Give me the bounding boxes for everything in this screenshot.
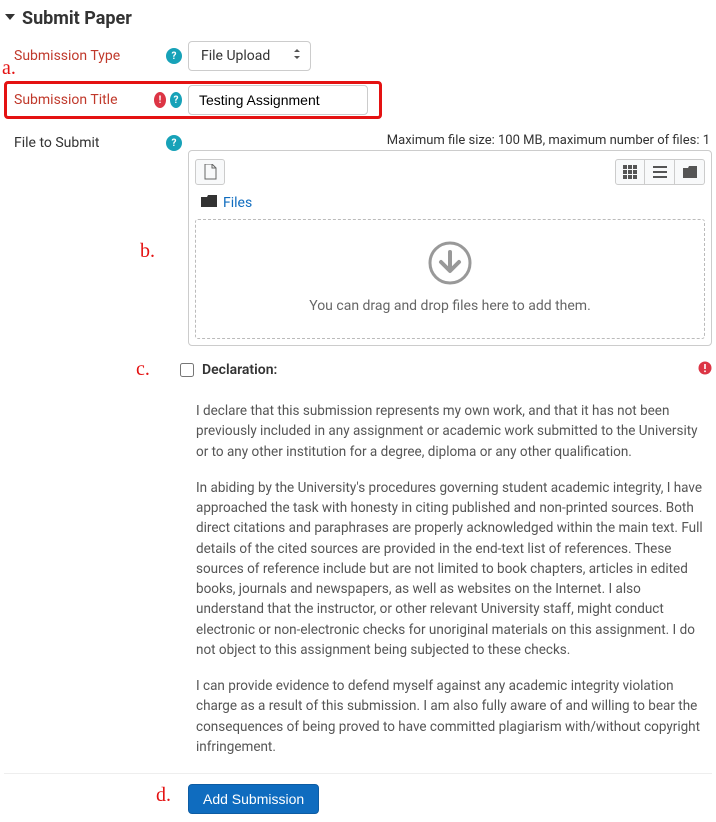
files-path-link[interactable]: Files <box>223 195 252 211</box>
declaration-para-1: I declare that this submission represent… <box>196 401 712 462</box>
declaration-label: Declaration: <box>202 362 277 378</box>
folder-icon <box>201 195 217 211</box>
help-icon[interactable]: ? <box>166 48 182 64</box>
annotation-c: c. <box>136 358 150 381</box>
help-icon[interactable]: ? <box>166 135 182 151</box>
row-submission-title: Submission Title ! ? <box>4 85 712 115</box>
annotation-a: a. <box>2 57 16 80</box>
footer: d. Add Submission <box>4 773 712 814</box>
submission-title-input[interactable] <box>188 85 368 115</box>
filepicker-toolbar <box>195 157 705 191</box>
view-grid-button[interactable] <box>615 159 645 185</box>
label-file-to-submit: File to Submit <box>4 133 154 151</box>
declaration-para-2: In abiding by the University's procedure… <box>196 478 712 660</box>
required-icon <box>698 360 712 379</box>
filepicker-path: Files <box>195 191 705 219</box>
file-dropzone[interactable]: You can drag and drop files here to add … <box>195 219 705 339</box>
page-title: Submit Paper <box>22 8 132 29</box>
submission-type-select[interactable]: File Upload <box>188 41 311 71</box>
help-icon[interactable]: ? <box>170 92 182 108</box>
file-picker: b. Files <box>188 150 712 346</box>
view-list-button[interactable] <box>645 159 675 185</box>
required-icon: ! <box>154 92 166 108</box>
declaration-body: I declare that this submission represent… <box>196 401 712 757</box>
row-file-to-submit: File to Submit ? <box>4 133 712 151</box>
annotation-b: b. <box>140 240 155 263</box>
row-submission-type: a. Submission Type ? File Upload <box>4 41 712 71</box>
section-header[interactable]: Submit Paper <box>4 8 712 29</box>
view-tree-button[interactable] <box>675 159 705 185</box>
declaration-section: c. Declaration: I declare that this subm… <box>180 360 712 757</box>
add-file-button[interactable] <box>195 159 225 185</box>
add-submission-button[interactable]: Add Submission <box>188 784 319 814</box>
download-arrow-icon <box>427 240 473 286</box>
declaration-para-3: I can provide evidence to defend myself … <box>196 676 712 757</box>
label-submission-type: Submission Type <box>4 48 154 64</box>
dropzone-text: You can drag and drop files here to add … <box>196 298 704 314</box>
chevron-down-icon <box>4 11 16 27</box>
annotation-d: d. <box>156 784 171 807</box>
declaration-checkbox[interactable] <box>180 363 194 377</box>
label-submission-title: Submission Title <box>4 92 154 108</box>
